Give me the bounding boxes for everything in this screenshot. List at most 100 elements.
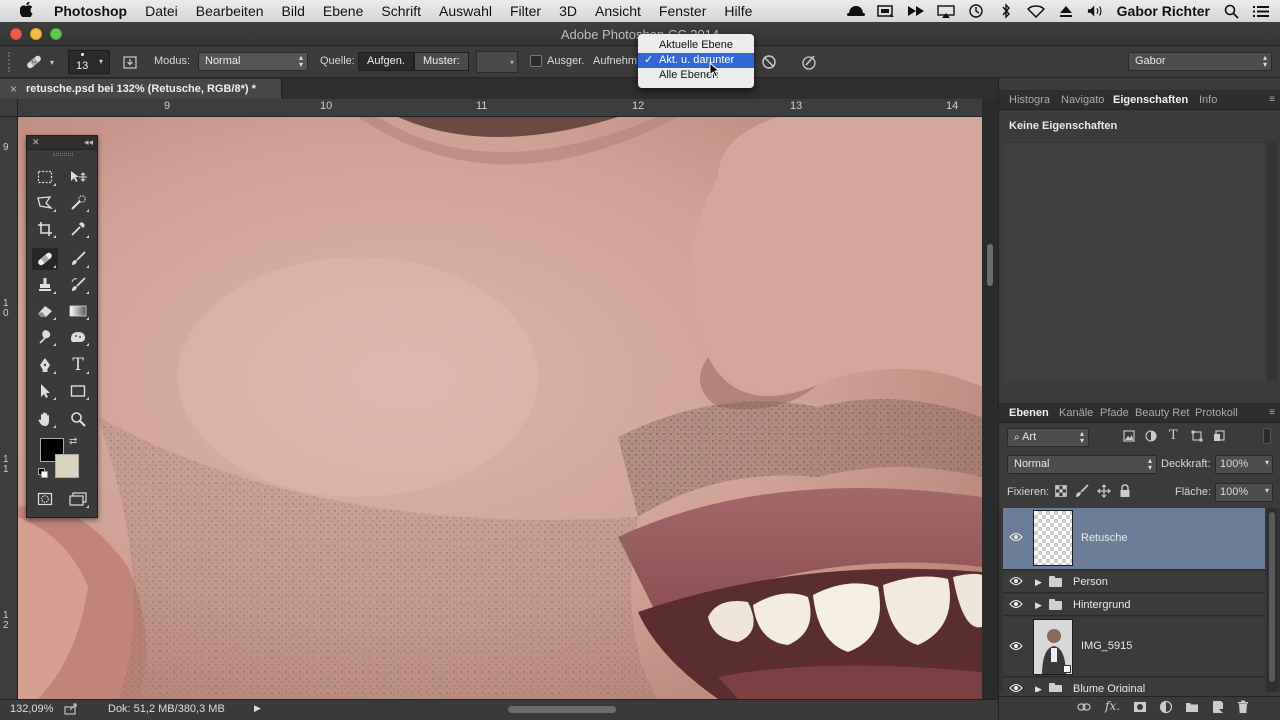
scrollbar-thumb[interactable] [987, 244, 993, 286]
new-layer-icon[interactable] [1211, 700, 1225, 717]
fx-icon[interactable]: fx. [1105, 699, 1120, 713]
filter-pixel-icon[interactable] [1123, 430, 1135, 445]
zoom-level[interactable]: 132,09% [10, 703, 53, 715]
close-icon[interactable]: ✕ [32, 137, 40, 148]
adjustment-layer-icon[interactable] [1159, 700, 1173, 717]
time-machine-icon[interactable] [967, 4, 985, 18]
tool-preset-picker[interactable]: ▾ [24, 52, 64, 72]
workspace-select[interactable]: Gabor ▴ ▾ [1128, 52, 1272, 71]
expand-triangle-icon[interactable]: ▶ [1035, 684, 1042, 692]
menu-bearbeiten[interactable]: Bearbeiten [196, 3, 264, 19]
default-colors-icon[interactable] [38, 468, 48, 481]
dropdown-item-current-layer[interactable]: Aktuelle Ebene [638, 38, 754, 53]
clone-stamp-tool[interactable] [32, 274, 58, 296]
properties-scrollbar[interactable] [1267, 142, 1277, 382]
layer-name[interactable]: Blume Original [1073, 683, 1145, 692]
dropdown-item-all-layers[interactable]: Alle Ebenen [638, 68, 754, 83]
apple-icon[interactable] [19, 1, 42, 21]
tab-info[interactable]: Info [1199, 94, 1217, 106]
layer-name[interactable]: Retusche [1081, 532, 1127, 544]
menu-filter[interactable]: Filter [510, 3, 541, 19]
swap-colors-icon[interactable]: ⇄ [69, 436, 77, 447]
gradient-tool[interactable] [65, 300, 91, 322]
screen-mode-button[interactable] [65, 488, 91, 510]
airplay-icon[interactable] [936, 4, 955, 18]
filter-type-icon[interactable]: T [1169, 428, 1178, 443]
eye-icon[interactable] [1009, 683, 1023, 692]
tab-channels[interactable]: Kanäle [1059, 407, 1093, 419]
spy-icon[interactable] [846, 4, 865, 18]
opacity-field[interactable]: 100% ▾ [1215, 455, 1273, 474]
rectangle-tool[interactable] [65, 380, 91, 402]
aligned-checkbox[interactable] [530, 55, 542, 67]
eye-icon[interactable] [1009, 576, 1023, 589]
blur-tool[interactable] [32, 326, 58, 348]
canvas-vertical-scrollbar[interactable] [982, 99, 998, 699]
panel-menu-icon[interactable]: ≡ [1269, 407, 1275, 418]
tab-history[interactable]: Protokoll [1195, 407, 1238, 419]
crop-tool[interactable] [32, 218, 58, 240]
menu-ansicht[interactable]: Ansicht [595, 3, 641, 19]
filter-shape-icon[interactable] [1191, 430, 1203, 445]
move-tool[interactable] [65, 166, 91, 188]
ignore-adjustment-layers-button[interactable] [760, 53, 778, 71]
lasso-tool[interactable] [32, 192, 58, 214]
menu-hilfe[interactable]: Hilfe [724, 3, 752, 19]
layer-name[interactable]: Person [1073, 576, 1108, 588]
menu-app-photoshop[interactable]: Photoshop [54, 3, 127, 19]
link-layers-icon[interactable] [1077, 701, 1091, 716]
type-tool[interactable]: T [65, 354, 91, 376]
layer-row-img-5915[interactable]: IMG_5915 [1003, 617, 1265, 677]
layer-row-person[interactable]: ▶ Person [1003, 571, 1265, 593]
menu-ebene[interactable]: Ebene [323, 3, 363, 19]
history-brush-tool[interactable] [65, 274, 91, 296]
clone-source-panel-button[interactable] [120, 52, 140, 72]
close-icon[interactable]: × [10, 82, 17, 96]
lock-transparent-icon[interactable] [1055, 485, 1067, 500]
quick-selection-tool[interactable] [65, 192, 91, 214]
zoom-tool[interactable] [65, 408, 91, 430]
eject-icon[interactable] [1057, 4, 1075, 18]
trash-icon[interactable] [1237, 700, 1249, 717]
wifi-icon[interactable] [1026, 4, 1045, 18]
quick-mask-button[interactable] [32, 488, 58, 510]
layer-name[interactable]: Hintergrund [1073, 599, 1130, 611]
layer-row-retusche[interactable]: Retusche [1003, 508, 1265, 570]
tools-panel-grip[interactable] [53, 153, 73, 156]
filter-smart-object-icon[interactable] [1213, 430, 1225, 445]
menubar-user-name[interactable]: Gabor Richter [1117, 3, 1210, 19]
blend-mode-select[interactable]: Normal ▴ ▾ [1007, 455, 1157, 474]
spotlight-search-icon[interactable] [1222, 4, 1240, 19]
tools-panel-header[interactable]: ✕ ◂◂ [27, 136, 97, 150]
eyedropper-tool[interactable] [65, 218, 91, 240]
layer-row-blume-original[interactable]: ▶ Blume Original [1003, 678, 1265, 692]
tab-navigator[interactable]: Navigato [1061, 94, 1104, 106]
volume-icon[interactable] [1087, 4, 1105, 18]
layers-scrollbar[interactable] [1267, 508, 1277, 692]
bluetooth-icon[interactable] [997, 3, 1015, 19]
dodge-tool[interactable] [65, 326, 91, 348]
layer-row-hintergrund[interactable]: ▶ Hintergrund [1003, 594, 1265, 616]
document-tab[interactable]: × retusche.psd bei 132% (Retusche, RGB/8… [0, 79, 282, 99]
collapse-icon[interactable]: ◂◂ [84, 137, 93, 148]
hand-tool[interactable] [32, 408, 58, 430]
tab-properties[interactable]: Eigenschaften [1113, 94, 1188, 106]
scrollbar-thumb[interactable] [1269, 512, 1275, 682]
eye-icon[interactable] [1009, 532, 1023, 545]
panel-menu-icon[interactable]: ≡ [1269, 94, 1275, 105]
export-icon[interactable] [64, 703, 78, 718]
eye-icon[interactable] [1009, 641, 1023, 654]
add-mask-icon[interactable] [1133, 701, 1147, 716]
pressure-size-button[interactable] [800, 53, 818, 71]
background-color-swatch[interactable] [55, 454, 79, 478]
menu-3d[interactable]: 3D [559, 3, 577, 19]
tab-layers[interactable]: Ebenen [1009, 407, 1049, 419]
layer-filter-select[interactable]: ⌕ Art ▴ ▾ [1007, 428, 1089, 447]
pattern-picker[interactable]: ▾ [476, 51, 518, 73]
new-group-icon[interactable] [1185, 701, 1199, 716]
mode-select[interactable]: Normal ▴ ▾ [198, 52, 308, 71]
vertical-ruler[interactable]: 9 1 0 1 1 1 2 [0, 117, 18, 699]
horizontal-scrollbar-thumb[interactable] [508, 706, 616, 713]
tab-beauty-retouch[interactable]: Beauty Ret [1135, 407, 1189, 419]
menu-auswahl[interactable]: Auswahl [439, 3, 492, 19]
